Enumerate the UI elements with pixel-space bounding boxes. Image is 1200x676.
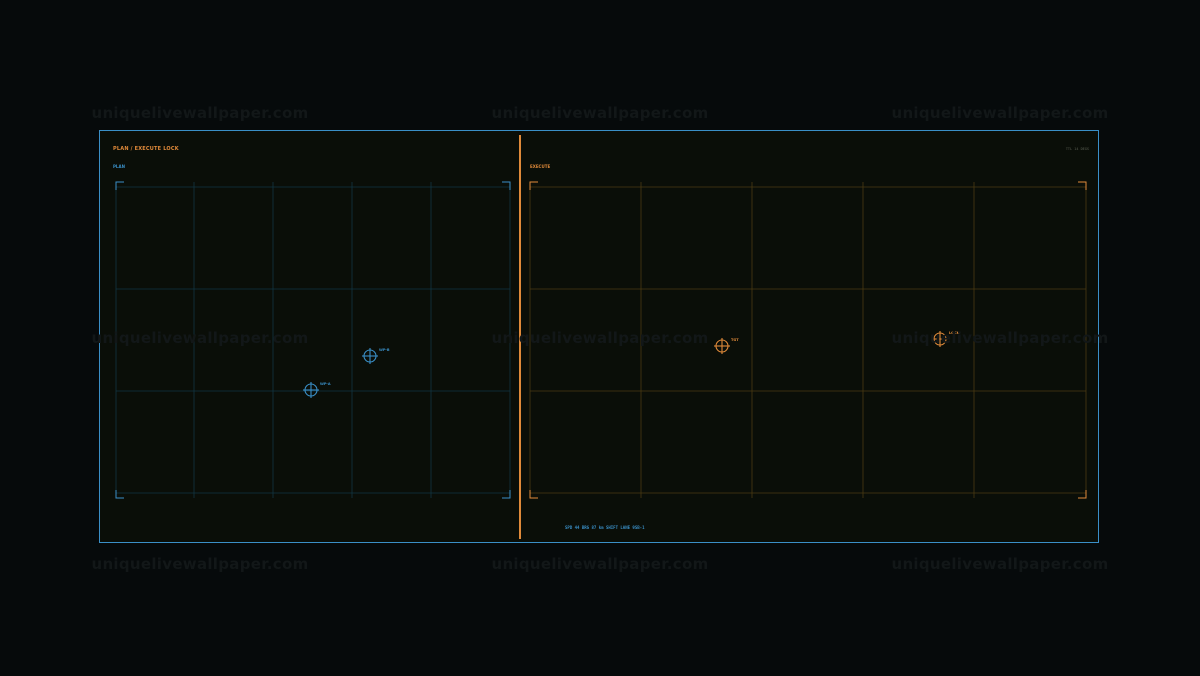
watermark: uniquelivewallpaper.com <box>491 104 709 122</box>
hud-frame: PLAN / EXECUTE LOCK TTL 14 DEGS PLAN WP-… <box>99 130 1099 543</box>
crosshair-icon[interactable] <box>303 382 319 398</box>
page-title: PLAN / EXECUTE LOCK <box>113 146 179 152</box>
plan-panel-label: PLAN <box>113 164 125 169</box>
plan-corner-brackets <box>115 181 511 499</box>
watermark: uniquelivewallpaper.com <box>891 555 1109 573</box>
watermark: uniquelivewallpaper.com <box>891 104 1109 122</box>
status-readout-top: TTL 14 DEGS <box>1065 147 1089 151</box>
execute-marker-a-label: TGT <box>731 338 739 342</box>
execute-corner-brackets <box>529 181 1087 499</box>
execute-grid[interactable]: TGT LOCK <box>528 180 1090 502</box>
execute-marker-b-label: LOCK <box>949 331 960 335</box>
plan-marker-a-label: WP-A <box>320 382 331 386</box>
crosshair-icon[interactable] <box>362 348 378 364</box>
plan-marker-b-label: WP-B <box>379 348 390 352</box>
watermark: uniquelivewallpaper.com <box>91 104 309 122</box>
crosshair-icon[interactable] <box>932 331 948 347</box>
plan-grid[interactable]: WP-A WP-B <box>113 180 513 502</box>
watermark: uniquelivewallpaper.com <box>91 555 309 573</box>
watermark: uniquelivewallpaper.com <box>491 555 709 573</box>
execute-panel-label: EXECUTE <box>530 164 551 169</box>
status-readout-bottom: SPD 44 BRG 87 km SHIFT LANE 9SB-1 <box>565 525 645 530</box>
crosshair-icon[interactable] <box>714 338 730 354</box>
screen: uniquelivewallpaper.com uniquelivewallpa… <box>0 0 1200 676</box>
panel-divider <box>519 135 521 539</box>
